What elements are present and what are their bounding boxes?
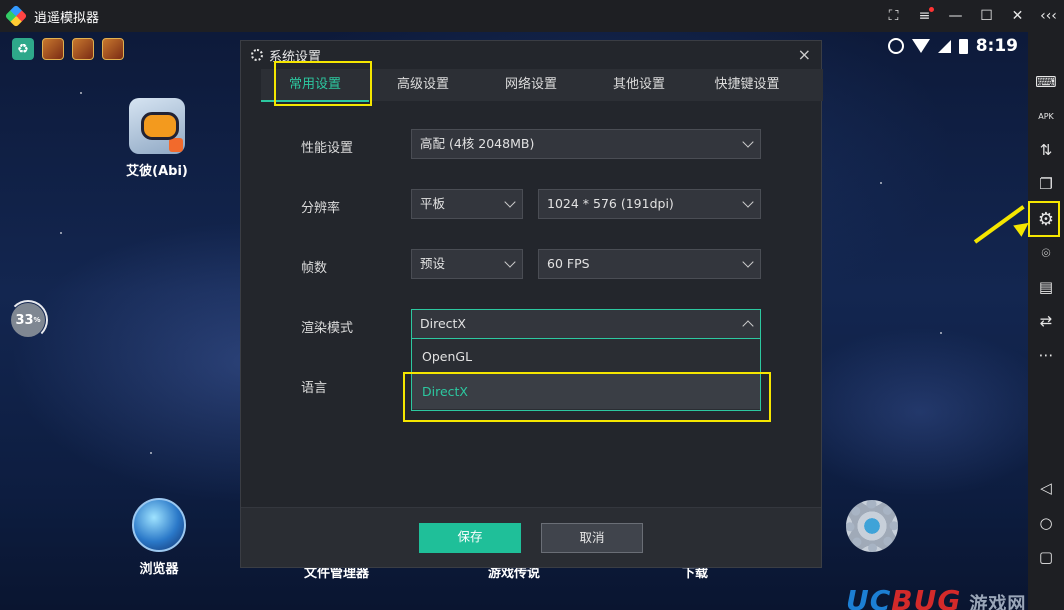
alarm-icon [887, 38, 904, 54]
watermark-cn: 游戏网 [969, 594, 1027, 610]
notification-icons: ♻ [12, 38, 124, 60]
resolution-value: 1024 * 576 (191dpi) [547, 196, 674, 211]
clock: 8:19 [975, 36, 1018, 56]
dialog-close-icon[interactable]: × [798, 45, 811, 64]
multi-window-icon[interactable]: ❐ [1034, 172, 1058, 196]
tab-other[interactable]: 其他设置 [585, 69, 693, 101]
dropdown-option-opengl[interactable]: OpenGL [412, 339, 760, 374]
resolution-select[interactable]: 1024 * 576 (191dpi) [538, 189, 761, 219]
android-status-bar: 8:19 [887, 36, 1018, 56]
option-highlight-box [403, 372, 771, 422]
language-label: 语言 [301, 381, 328, 396]
settings-gear-icon [846, 500, 898, 552]
minimize-icon[interactable]: — [940, 0, 971, 32]
abi-robot-icon [129, 98, 185, 154]
resolution-mode-value: 平板 [420, 196, 446, 211]
settings-highlight-box [1028, 201, 1060, 237]
watermark: UCBUG 游戏网 [846, 584, 1026, 610]
tab-advanced[interactable]: 高级设置 [369, 69, 477, 101]
back-icon[interactable]: ◁ [1034, 476, 1058, 500]
keyboard-icon[interactable]: ⌨ [1034, 70, 1058, 94]
watermark-right: BUG [891, 584, 962, 610]
memory-progress[interactable]: 33% [11, 303, 45, 337]
maximize-icon[interactable]: ☐ [971, 0, 1002, 32]
game-app-icon [72, 38, 94, 60]
watermark-left: UC [846, 584, 892, 610]
save-button[interactable]: 保存 [419, 523, 521, 553]
home-icon[interactable]: ○ [1034, 511, 1058, 535]
game-app-icon [42, 38, 64, 60]
recents-icon[interactable]: ▢ [1034, 545, 1058, 569]
app-logo-icon [4, 4, 28, 28]
chevron-down-icon [504, 256, 516, 268]
battery-icon [958, 38, 968, 54]
location-icon[interactable]: ⌾ [1034, 241, 1058, 265]
tab-highlight-box [274, 61, 372, 106]
fps-mode-value: 预设 [420, 256, 446, 271]
progress-unit: % [33, 316, 41, 324]
game-app-icon [102, 38, 124, 60]
sync-icon[interactable]: ⇅ [1034, 138, 1058, 162]
progress-value: 33 [15, 312, 34, 328]
title-bar: 逍遥模拟器 ⛶ ≡ — ☐ ✕ ‹‹‹ [0, 0, 1064, 32]
fps-label: 帧数 [301, 261, 328, 276]
resolution-label: 分辨率 [301, 201, 341, 216]
recycle-app-icon: ♻ [12, 38, 34, 60]
right-toolbar: ⌨ APK ⇅ ❐ ⚙ ⌾ ▤ ⇄ ⋯ ◁ ○ ▢ [1028, 32, 1064, 610]
wifi-icon [911, 39, 930, 53]
render-mode-select[interactable]: DirectX [411, 309, 761, 339]
more-icon[interactable]: ⋯ [1034, 343, 1058, 367]
app-title: 逍遥模拟器 [34, 10, 100, 26]
signal-icon [937, 39, 951, 53]
fps-mode-select[interactable]: 预设 [411, 249, 523, 279]
chevron-up-icon [742, 320, 754, 332]
render-mode-label: 渲染模式 [301, 321, 354, 336]
badge-icon [169, 138, 183, 152]
dialog-footer: 保存 取消 [241, 507, 821, 567]
fullscreen-icon[interactable]: ⛶ [878, 0, 909, 32]
menu-icon[interactable]: ≡ [909, 0, 940, 32]
rotate-icon[interactable]: ⇄ [1034, 309, 1058, 333]
fps-select[interactable]: 60 FPS [538, 249, 761, 279]
cancel-button[interactable]: 取消 [541, 523, 643, 553]
chevron-down-icon [742, 136, 754, 148]
star [150, 452, 152, 454]
performance-label: 性能设置 [301, 141, 354, 156]
star [880, 182, 882, 184]
apk-install-icon[interactable]: APK [1034, 104, 1058, 128]
app-settings[interactable] [840, 500, 904, 558]
collapse-toolbar-icon[interactable]: ‹‹‹ [1033, 0, 1064, 32]
render-mode-value: DirectX [420, 316, 466, 331]
folder-icon[interactable]: ▤ [1034, 275, 1058, 299]
chevron-down-icon [742, 256, 754, 268]
close-icon[interactable]: ✕ [1002, 0, 1033, 32]
star [940, 332, 942, 334]
star [60, 232, 62, 234]
performance-select[interactable]: 高配 (4核 2048MB) [411, 129, 761, 159]
globe-icon [132, 498, 186, 552]
star [80, 92, 82, 94]
app-label: 浏览器 [139, 562, 179, 577]
tab-shortcuts[interactable]: 快捷键设置 [693, 69, 801, 101]
window-controls: ⛶ ≡ — ☐ ✕ ‹‹‹ [878, 0, 1064, 32]
app-label: 艾彼(Abi) [126, 164, 188, 179]
settings-dialog: 系统设置 × 常用设置 高级设置 网络设置 其他设置 快捷键设置 性能设置 高配… [240, 40, 823, 568]
fps-value: 60 FPS [547, 256, 590, 271]
gear-icon [251, 49, 263, 61]
notification-dot [929, 7, 934, 12]
resolution-mode-select[interactable]: 平板 [411, 189, 523, 219]
chevron-down-icon [742, 196, 754, 208]
app-browser[interactable]: 浏览器 [124, 498, 194, 577]
tab-network[interactable]: 网络设置 [477, 69, 585, 101]
chevron-down-icon [504, 196, 516, 208]
performance-value: 高配 (4核 2048MB) [420, 136, 535, 151]
app-abi[interactable]: 艾彼(Abi) [122, 98, 192, 179]
